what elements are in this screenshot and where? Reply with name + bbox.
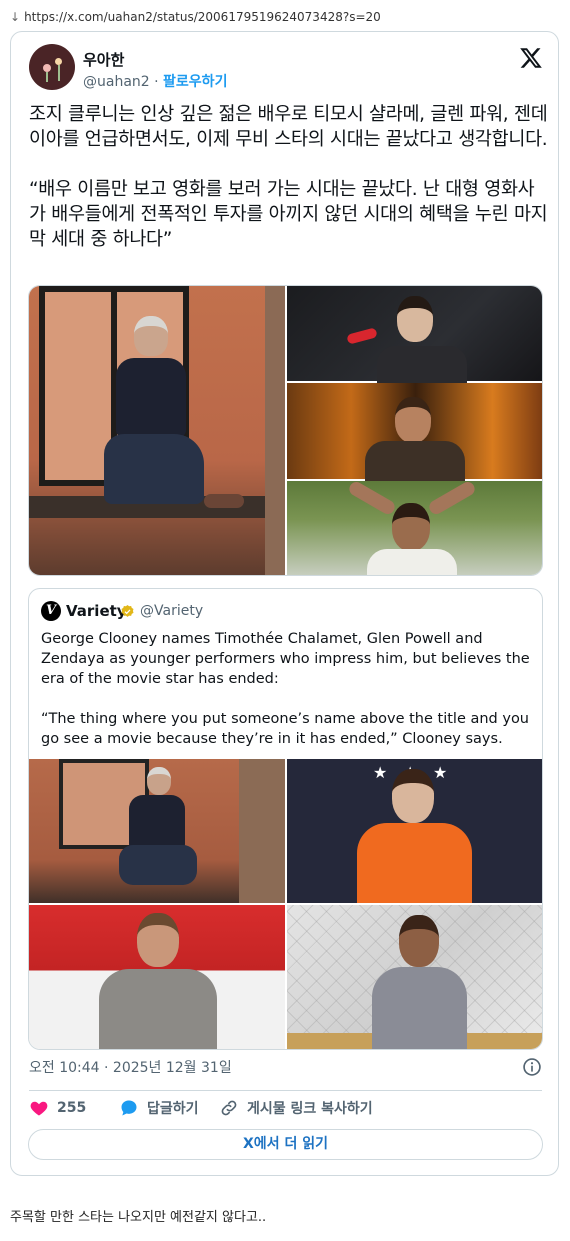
copy-link-button[interactable]: 게시물 링크 복사하기 bbox=[219, 1098, 373, 1118]
like-count: 255 bbox=[57, 1100, 87, 1116]
heart-icon bbox=[30, 1101, 48, 1116]
star-icon: ★ bbox=[433, 763, 448, 782]
tweet-paragraph-1: 조지 클루니는 인상 깊은 젊은 배우로 티모시 샬라메, 글렌 파워, 젠데이… bbox=[29, 104, 548, 150]
x-logo-icon[interactable] bbox=[519, 46, 543, 70]
quote-paragraph-1: George Clooney names Timothée Chalamet, … bbox=[41, 631, 530, 687]
download-arrow-icon: ↓ bbox=[10, 10, 21, 24]
quote-photo-powell[interactable] bbox=[29, 905, 285, 1049]
quote-text: George Clooney names Timothée Chalamet, … bbox=[41, 629, 535, 749]
star-icon: ★ bbox=[373, 763, 388, 782]
quote-photo-chalamet[interactable]: ★ ★ ★ bbox=[287, 759, 542, 903]
author-name[interactable]: 우아한 bbox=[83, 49, 124, 70]
quote-paragraph-2: “The thing where you put someone’s name … bbox=[41, 711, 530, 747]
copy-link-label: 게시물 링크 복사하기 bbox=[247, 1101, 373, 1117]
tweet-card: 우아한 @uahan2 · 팔로우하기 조지 클루니는 인상 깊은 젊은 배우로… bbox=[10, 31, 559, 1176]
quote-author-name: Variety bbox=[66, 602, 127, 620]
url-text: https://x.com/uahan2/status/200617951962… bbox=[24, 10, 381, 24]
media-photo-zendaya[interactable] bbox=[287, 479, 542, 575]
read-more-button[interactable]: X에서 더 읽기 bbox=[28, 1129, 543, 1160]
quote-author-handle: @Variety bbox=[140, 603, 204, 619]
reply-label: 답글하기 bbox=[147, 1101, 199, 1117]
media-photo-chalamet[interactable] bbox=[287, 286, 542, 386]
info-icon[interactable] bbox=[522, 1057, 542, 1077]
post-caption: 주목할 만한 스타는 나오지만 예전같지 않다고.. bbox=[10, 1210, 267, 1225]
tweet-media-grid bbox=[28, 285, 543, 576]
reply-bubble-icon bbox=[121, 1100, 137, 1116]
like-button[interactable]: 255 bbox=[29, 1098, 86, 1118]
author-handle[interactable]: @uahan2 bbox=[83, 74, 150, 90]
quote-media-grid: ★ ★ ★ bbox=[29, 759, 542, 1049]
avatar[interactable] bbox=[29, 44, 75, 90]
browser-url-bar[interactable]: ↓ https://x.com/uahan2/status/20061795196… bbox=[10, 10, 381, 24]
media-photo-clooney[interactable] bbox=[29, 286, 285, 575]
verified-badge-icon bbox=[121, 604, 134, 617]
quoted-tweet[interactable]: V Variety @Variety George Clooney names … bbox=[28, 588, 543, 1050]
quote-photo-zendaya[interactable] bbox=[287, 905, 542, 1049]
author-handle-line: @uahan2 · 팔로우하기 bbox=[83, 71, 227, 91]
handle-separator: · bbox=[149, 74, 164, 90]
follow-button[interactable]: 팔로우하기 bbox=[163, 74, 227, 90]
reply-button[interactable]: 답글하기 bbox=[119, 1098, 199, 1118]
tweet-paragraph-2: “배우 이름만 보고 영화를 보러 가는 시대는 끝났다. 난 대형 영화사가 … bbox=[29, 179, 548, 250]
media-photo-powell[interactable] bbox=[287, 383, 542, 481]
tweet-text: 조지 클루니는 인상 깊은 젊은 배우로 티모시 샬라메, 글렌 파워, 젠데이… bbox=[29, 102, 549, 252]
quote-photo-clooney[interactable] bbox=[29, 759, 285, 903]
variety-avatar: V bbox=[41, 601, 61, 621]
tweet-timestamp[interactable]: 오전 10:44 · 2025년 12월 31일 bbox=[29, 1057, 232, 1077]
divider bbox=[29, 1090, 542, 1091]
link-icon bbox=[221, 1100, 237, 1116]
